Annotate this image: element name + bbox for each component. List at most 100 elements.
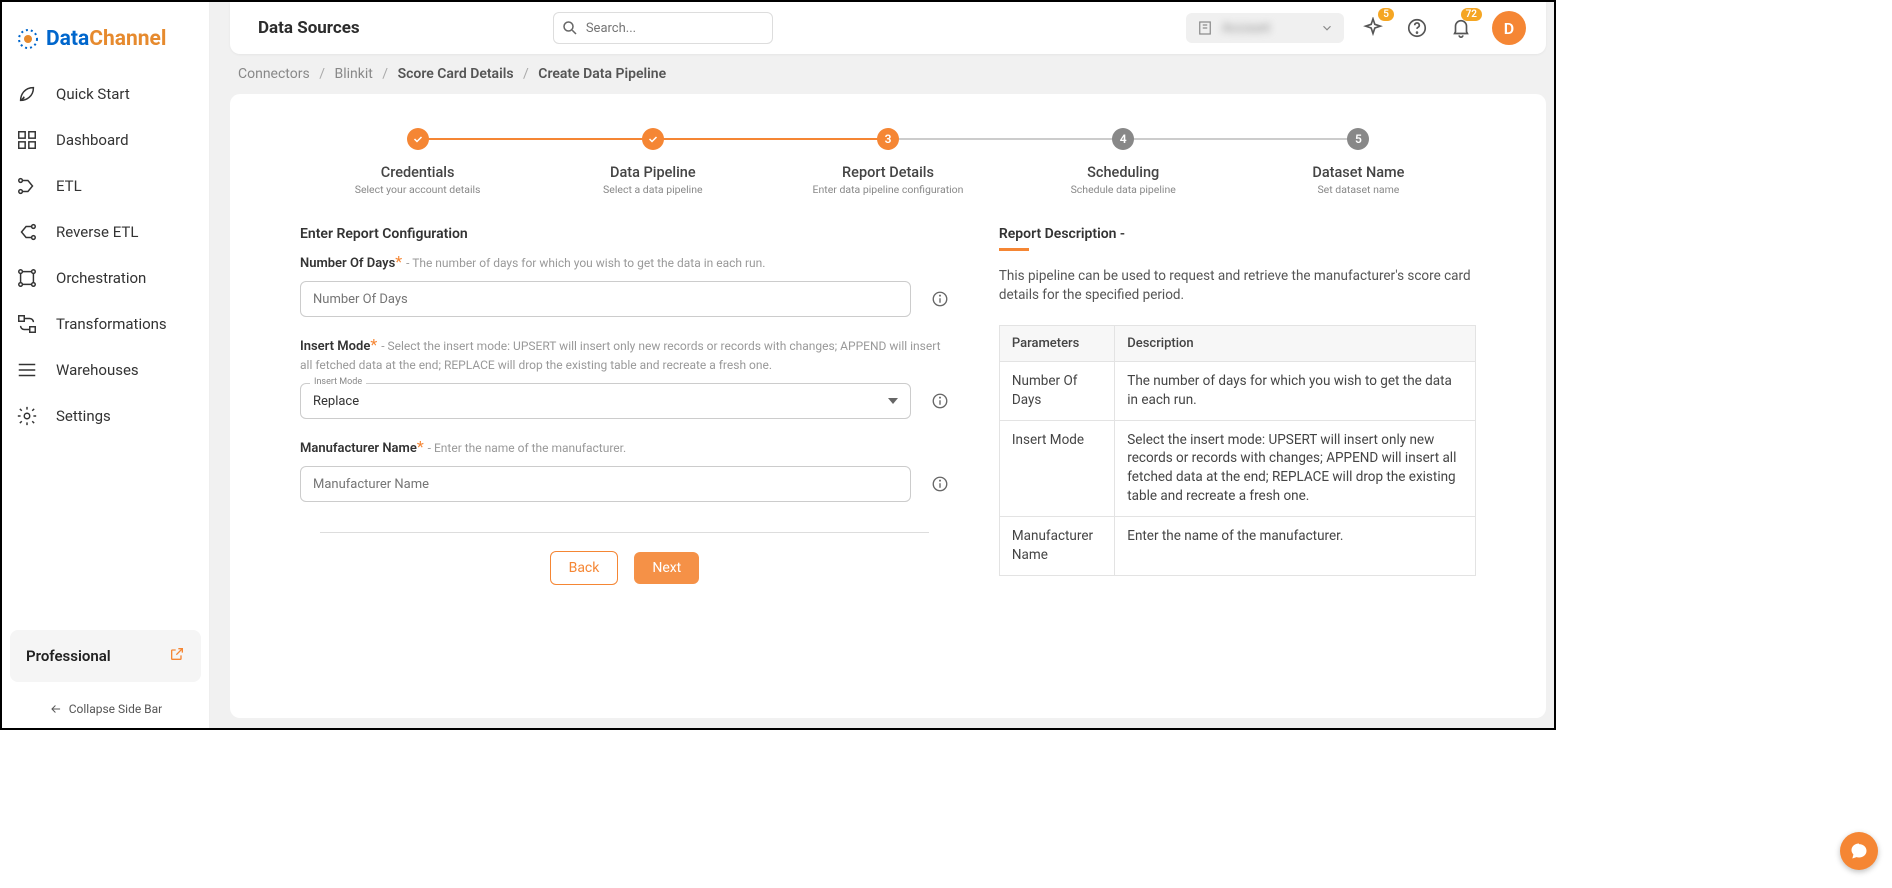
breadcrumb-item[interactable]: Connectors — [238, 66, 310, 82]
transformations-icon — [16, 313, 38, 335]
page-title: Data Sources — [258, 18, 360, 38]
search-wrap — [553, 12, 773, 44]
divider — [320, 532, 929, 533]
etl-icon — [16, 175, 38, 197]
step-title: Scheduling — [1006, 164, 1241, 181]
reverse-etl-icon — [16, 221, 38, 243]
sidebar-item-label: Reverse ETL — [56, 223, 138, 241]
sidebar-item-label: Transformations — [56, 315, 167, 333]
step-sub: Enter data pipeline configuration — [770, 183, 1005, 196]
th-description: Description — [1115, 325, 1476, 361]
help-button[interactable] — [1402, 13, 1432, 43]
plan-name: Professional — [26, 647, 111, 665]
avatar[interactable]: D — [1492, 11, 1526, 45]
accent-bar — [999, 248, 1029, 251]
field-label: Manufacturer Name — [300, 441, 417, 456]
content-card: Credentials Select your account details … — [230, 94, 1546, 718]
search-input[interactable] — [553, 12, 773, 44]
field-manufacturer-name: Manufacturer Name* - Enter the name of t… — [300, 437, 949, 502]
breadcrumb-item[interactable]: Score Card Details — [398, 66, 514, 82]
sidebar-item-quick-start[interactable]: Quick Start — [2, 71, 209, 117]
breadcrumb-item[interactable]: Blinkit — [334, 66, 372, 82]
chevron-down-icon — [888, 396, 898, 406]
table-row: Insert ModeSelect the insert mode: UPSER… — [999, 420, 1475, 517]
chat-icon — [1849, 841, 1869, 861]
description-text: This pipeline can be used to request and… — [999, 267, 1476, 305]
sidebar-item-reverse-etl[interactable]: Reverse ETL — [2, 209, 209, 255]
select-value: Replace — [313, 394, 359, 409]
nav: Quick Start Dashboard ETL Reverse ETL Or… — [2, 63, 209, 622]
info-icon[interactable] — [931, 290, 949, 308]
breadcrumb: Connectors / Blinkit / Score Card Detail… — [210, 54, 1554, 94]
field-hint: - Select the insert mode: UPSERT will in… — [300, 339, 941, 372]
collapse-label: Collapse Side Bar — [69, 702, 163, 716]
help-icon — [1406, 17, 1428, 39]
field-hint: - The number of days for which you wish … — [406, 256, 765, 270]
sidebar-item-label: ETL — [56, 177, 82, 195]
description-title: Report Description - — [999, 226, 1476, 242]
topbar: Data Sources Account 5 72 D — [230, 2, 1546, 54]
step-sub: Select your account details — [300, 183, 535, 196]
logo-icon — [16, 27, 40, 51]
sidebar-item-label: Orchestration — [56, 269, 146, 287]
check-icon — [642, 128, 664, 150]
float-label: Insert Mode — [310, 377, 366, 387]
chat-fab[interactable] — [1840, 832, 1878, 870]
back-button[interactable]: Back — [550, 551, 619, 585]
sparkle-button[interactable]: 5 — [1358, 13, 1388, 43]
logo[interactable]: DataChannel — [2, 2, 209, 63]
step-title: Data Pipeline — [535, 164, 770, 181]
next-button[interactable]: Next — [634, 552, 699, 584]
notifications-button[interactable]: 72 — [1446, 13, 1476, 43]
parameters-table: Parameters Description Number Of DaysThe… — [999, 325, 1476, 576]
step-sub: Schedule data pipeline — [1006, 183, 1241, 196]
collapse-sidebar[interactable]: Collapse Side Bar — [2, 690, 209, 728]
insert-mode-select[interactable]: Replace — [300, 383, 911, 419]
account-name: Account — [1222, 21, 1270, 36]
field-label: Insert Mode — [300, 339, 370, 354]
sidebar: DataChannel Quick Start Dashboard ETL Re… — [2, 2, 210, 728]
manufacturer-name-input[interactable] — [300, 466, 911, 502]
form-heading: Enter Report Configuration — [300, 226, 949, 242]
external-link-icon — [169, 646, 185, 666]
plan-box[interactable]: Professional — [10, 630, 201, 682]
info-icon[interactable] — [931, 475, 949, 493]
table-row: Number Of DaysThe number of days for whi… — [999, 361, 1475, 420]
sparkle-badge: 5 — [1378, 8, 1394, 21]
dashboard-icon — [16, 129, 38, 151]
number-of-days-input[interactable] — [300, 281, 911, 317]
table-row: Manufacturer NameEnter the name of the m… — [999, 517, 1475, 576]
description-column: Report Description - This pipeline can b… — [999, 226, 1476, 585]
warehouses-icon — [16, 359, 38, 381]
sidebar-item-label: Warehouses — [56, 361, 139, 379]
form-column: Enter Report Configuration Number Of Day… — [300, 226, 949, 585]
sidebar-item-warehouses[interactable]: Warehouses — [2, 347, 209, 393]
step-sub: Select a data pipeline — [535, 183, 770, 196]
rocket-icon — [16, 83, 38, 105]
account-selector[interactable]: Account — [1186, 13, 1344, 43]
stepper: Credentials Select your account details … — [300, 128, 1476, 196]
sidebar-item-transformations[interactable]: Transformations — [2, 301, 209, 347]
sidebar-item-settings[interactable]: Settings — [2, 393, 209, 439]
orchestration-icon — [16, 267, 38, 289]
sidebar-item-label: Dashboard — [56, 131, 129, 149]
chevron-left-icon — [49, 702, 63, 716]
info-icon[interactable] — [931, 392, 949, 410]
sidebar-item-orchestration[interactable]: Orchestration — [2, 255, 209, 301]
step-number: 4 — [1112, 128, 1134, 150]
breadcrumb-item: Create Data Pipeline — [538, 66, 666, 82]
step-title: Credentials — [300, 164, 535, 181]
step-title: Dataset Name — [1241, 164, 1476, 181]
field-hint: - Enter the name of the manufacturer. — [428, 441, 626, 455]
step-credentials[interactable]: Credentials Select your account details — [300, 128, 535, 196]
field-number-of-days: Number Of Days* - The number of days for… — [300, 252, 949, 317]
sidebar-item-dashboard[interactable]: Dashboard — [2, 117, 209, 163]
step-number: 3 — [877, 128, 899, 150]
sidebar-item-etl[interactable]: ETL — [2, 163, 209, 209]
check-icon — [407, 128, 429, 150]
sidebar-item-label: Settings — [56, 407, 111, 425]
step-number: 5 — [1347, 128, 1369, 150]
gear-icon — [16, 405, 38, 427]
th-parameters: Parameters — [999, 325, 1114, 361]
step-title: Report Details — [770, 164, 1005, 181]
